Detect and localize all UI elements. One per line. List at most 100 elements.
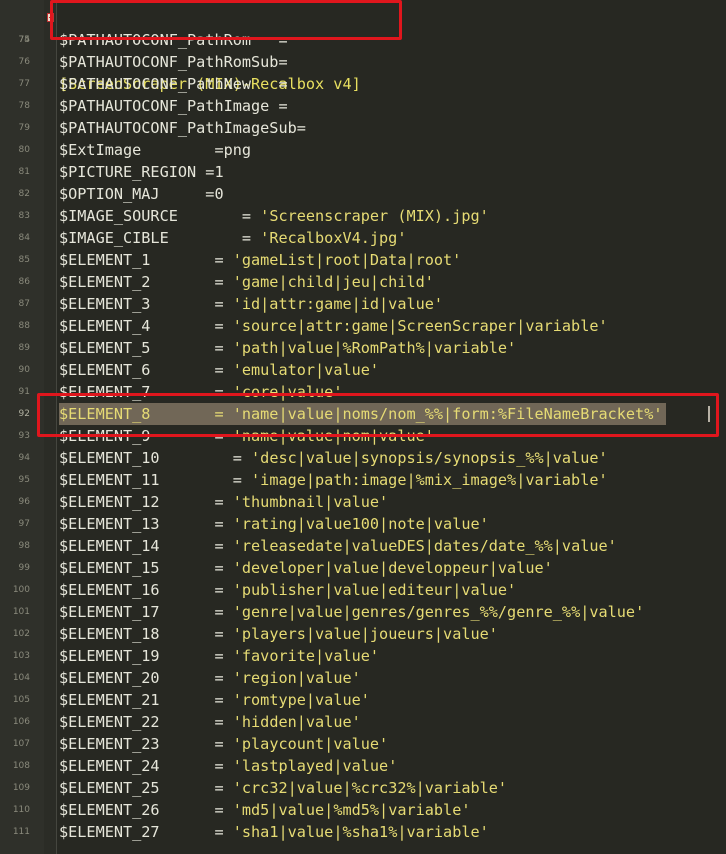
code-line[interactable]: 93 $ELEMENT_9 = 'name|value|nom|value' <box>0 425 726 447</box>
string-value: 'name|value|noms/nom_%%|form:%FileNameBr… <box>232 405 663 423</box>
code-line[interactable]: 85 $ELEMENT_1 = 'gameList|root|Data|root' <box>0 249 726 271</box>
variable-name: $PATHAUTOCONF_PathImage <box>59 97 270 115</box>
assignment-operator: = <box>159 647 233 665</box>
assignment-operator: = <box>150 361 233 379</box>
string-value: 'lastplayed|value' <box>232 757 398 775</box>
variable-name: $ELEMENT_19 <box>59 647 160 665</box>
code-line[interactable]: 110 $ELEMENT_26 = 'md5|value|%md5%|variab… <box>0 799 726 821</box>
variable-name: $ELEMENT_21 <box>59 691 160 709</box>
line-code: $PICTURE_REGION =1 <box>59 161 224 183</box>
code-line[interactable]: 108 $ELEMENT_24 = 'lastplayed|value' <box>0 755 726 777</box>
code-line[interactable]: 89 $ELEMENT_5 = 'path|value|%RomPath%|var… <box>0 337 726 359</box>
code-line[interactable]: 107 $ELEMENT_23 = 'playcount|value' <box>0 733 726 755</box>
code-line[interactable]: 101 $ELEMENT_17 = 'genre|value|genres/gen… <box>0 601 726 623</box>
string-value: 'thumbnail|value' <box>232 493 389 511</box>
code-line[interactable]: 82 $OPTION_MAJ =0 <box>0 183 726 205</box>
code-line[interactable]: 91 $ELEMENT_7 = 'core|value' <box>0 381 726 403</box>
assignment-operator: = <box>159 493 233 511</box>
code-line[interactable]: 88 $ELEMENT_4 = 'source|attr:game|ScreenS… <box>0 315 726 337</box>
code-line[interactable]: 81 $PICTURE_REGION =1 <box>0 161 726 183</box>
string-value: 'crc32|value|%crc32%|variable' <box>232 779 508 797</box>
code-line[interactable]: 84 $IMAGE_CIBLE = 'RecalboxV4.jpg' <box>0 227 726 249</box>
variable-name: $ELEMENT_14 <box>59 537 160 555</box>
line-code: $ExtImage =png <box>59 139 251 161</box>
assignment-operator: = <box>296 119 306 137</box>
code-editor[interactable]: 74 [ScreenScraper (MIX)-Recalbox v4] 75 $… <box>0 0 726 854</box>
string-value: 'emulator|value' <box>232 361 380 379</box>
line-number: 86 <box>18 277 30 287</box>
code-line[interactable]: 98 $ELEMENT_14 = 'releasedate|valueDES|da… <box>0 535 726 557</box>
line-code: $IMAGE_SOURCE = 'Screenscraper (MIX).jpg… <box>59 205 489 227</box>
code-line[interactable]: 97 $ELEMENT_13 = 'rating|value100|note|va… <box>0 513 726 535</box>
line-code: $ELEMENT_11 = 'image|path:image|%mix_ima… <box>59 469 608 491</box>
variable-name: $PICTURE_REGION <box>59 163 197 181</box>
code-line[interactable]: 104 $ELEMENT_20 = 'region|value' <box>0 667 726 689</box>
string-value: 'releasedate|valueDES|dates/date_%%|valu… <box>232 537 617 555</box>
code-line[interactable]: 76 $PATHAUTOCONF_PathRomSub= <box>0 51 726 73</box>
assignment-operator: = <box>159 735 233 753</box>
code-line[interactable]: 99 $ELEMENT_15 = 'developer|value|develop… <box>0 557 726 579</box>
code-line[interactable]: 102 $ELEMENT_18 = 'players|value|joueurs|… <box>0 623 726 645</box>
string-value: 'hidden|value' <box>232 713 361 731</box>
string-value: 'name|value|nom|value' <box>232 427 434 445</box>
variable-name: $ELEMENT_27 <box>59 823 160 841</box>
code-line[interactable]: 77 $PATHAUTOCONF_PathNew = <box>0 73 726 95</box>
line-number: 80 <box>18 145 30 155</box>
line-code: $ELEMENT_1 = 'gameList|root|Data|root' <box>59 249 461 271</box>
line-number: 104 <box>12 673 30 683</box>
code-line[interactable]: 83 $IMAGE_SOURCE = 'Screenscraper (MIX).j… <box>0 205 726 227</box>
variable-name: $PATHAUTOCONF_PathRomSub <box>59 53 279 71</box>
section-header-line[interactable]: 74 [ScreenScraper (MIX)-Recalbox v4] <box>0 7 726 93</box>
variable-name: $ELEMENT_17 <box>59 603 160 621</box>
line-number: 96 <box>18 497 30 507</box>
code-line[interactable]: 87 $ELEMENT_3 = 'id|attr:game|id|value' <box>0 293 726 315</box>
variable-name: $ELEMENT_3 <box>59 295 151 313</box>
line-code: $OPTION_MAJ =0 <box>59 183 224 205</box>
assignment-operator: = <box>150 427 233 445</box>
code-line[interactable]: 95 $ELEMENT_11 = 'image|path:image|%mix_i… <box>0 469 726 491</box>
code-line[interactable]: 78 $PATHAUTOCONF_PathImage = <box>0 95 726 117</box>
code-line[interactable]: 103 $ELEMENT_19 = 'favorite|value' <box>0 645 726 667</box>
code-line[interactable]: 94 $ELEMENT_10 = 'desc|value|synopsis/syn… <box>0 447 726 469</box>
assignment-operator: = <box>150 295 233 313</box>
code-line[interactable]: 80 $ExtImage =png <box>0 139 726 161</box>
assignment-operator: =png <box>141 141 252 159</box>
string-value: 'region|value' <box>232 669 361 687</box>
line-code: $ELEMENT_7 = 'core|value' <box>59 381 342 403</box>
code-line[interactable]: 79 $PATHAUTOCONF_PathImageSub= <box>0 117 726 139</box>
line-code: $ELEMENT_21 = 'romtype|value' <box>59 689 370 711</box>
string-value: 'developer|value|developpeur|value' <box>232 559 553 577</box>
string-value: 'RecalboxV4.jpg' <box>260 229 407 247</box>
line-code: $ELEMENT_26 = 'md5|value|%md5%|variable' <box>59 799 471 821</box>
line-number: 109 <box>12 783 30 793</box>
code-line[interactable]: 100 $ELEMENT_16 = 'publisher|value|editeu… <box>0 579 726 601</box>
variable-name: $ELEMENT_4 <box>59 317 151 335</box>
variable-name: $ELEMENT_18 <box>59 625 160 643</box>
variable-name: $ELEMENT_5 <box>59 339 151 357</box>
line-code: $ELEMENT_2 = 'game|child|jeu|child' <box>59 271 434 293</box>
code-line[interactable]: 109 $ELEMENT_25 = 'crc32|value|%crc32%|va… <box>0 777 726 799</box>
code-line-selected[interactable]: 92 $ELEMENT_8 = 'name|value|noms/nom_%%|f… <box>0 403 726 425</box>
code-lines[interactable]: 74 [ScreenScraper (MIX)-Recalbox v4] 75 $… <box>0 7 726 843</box>
line-number: 83 <box>18 211 30 221</box>
assignment-operator: = <box>269 97 288 115</box>
code-line[interactable]: 106 $ELEMENT_22 = 'hidden|value' <box>0 711 726 733</box>
string-value: 'publisher|value|editeur|value' <box>232 581 517 599</box>
assignment-operator: = <box>251 31 288 49</box>
line-code: $ELEMENT_22 = 'hidden|value' <box>59 711 361 733</box>
line-number: 110 <box>12 805 30 815</box>
line-number: 77 <box>18 79 30 89</box>
code-line[interactable]: 90 $ELEMENT_6 = 'emulator|value' <box>0 359 726 381</box>
assignment-operator: = <box>159 515 233 533</box>
code-line[interactable]: 105 $ELEMENT_21 = 'romtype|value' <box>0 689 726 711</box>
code-line[interactable]: 96 $ELEMENT_12 = 'thumbnail|value' <box>0 491 726 513</box>
variable-name: $ELEMENT_1 <box>59 251 151 269</box>
line-code: $ELEMENT_16 = 'publisher|value|editeur|v… <box>59 579 516 601</box>
code-line[interactable]: 111 $ELEMENT_27 = 'sha1|value|%sha1%|vari… <box>0 821 726 843</box>
code-line[interactable]: 75 $PATHAUTOCONF_PathRom = <box>0 29 726 51</box>
assignment-operator: =0 <box>159 185 224 203</box>
assignment-operator: = <box>159 801 233 819</box>
fold-collapse-icon[interactable] <box>47 13 54 22</box>
line-number: 88 <box>18 321 30 331</box>
code-line[interactable]: 86 $ELEMENT_2 = 'game|child|jeu|child' <box>0 271 726 293</box>
